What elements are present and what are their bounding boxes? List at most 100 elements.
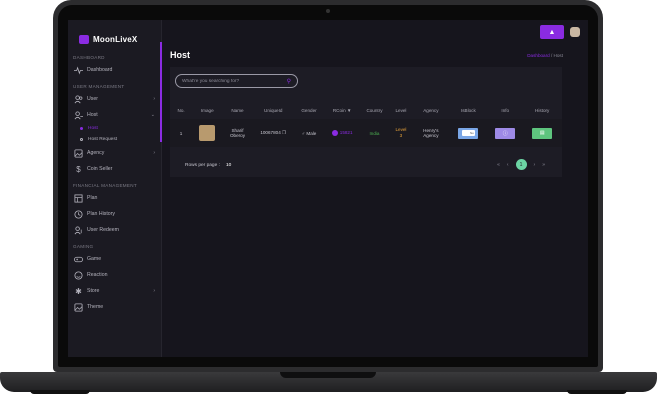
sort-down-icon: ▼: [346, 107, 352, 113]
table-row: 1 Sharif Oberoy 10067804 ❐ ♂ Male 15821 I…: [170, 119, 562, 147]
cell-country: India: [360, 119, 389, 147]
search-icon[interactable]: ⚲: [287, 78, 291, 85]
cell-image: [192, 119, 223, 147]
cell-agency: Henry's Agency: [413, 119, 449, 147]
block-toggle[interactable]: No: [458, 127, 479, 139]
laptop-foot: [567, 390, 627, 394]
app-name: MoonLiveX: [93, 34, 138, 44]
topbar: ▲: [162, 20, 588, 44]
cell-isblock: No: [448, 119, 489, 147]
user-icon: [74, 110, 83, 120]
history-icon: ▤: [539, 130, 545, 136]
sidebar-item-label: Agency: [87, 150, 105, 156]
page-header: Host Dashboard / Host: [162, 44, 588, 60]
sidebar-item-game[interactable]: Game: [68, 251, 161, 267]
sidebar-item-dashboard[interactable]: Dashboard: [68, 62, 161, 78]
sidebar-item-agency[interactable]: Agency ›: [68, 145, 161, 161]
sidebar-item-host[interactable]: Host ⌄: [68, 107, 161, 123]
chevron-right-icon: ›: [153, 288, 155, 294]
sidebar-subitem-host[interactable]: Host: [68, 123, 161, 134]
sidebar-item-reaction[interactable]: Reaction: [68, 267, 161, 283]
sidebar-item-label: Theme: [87, 304, 104, 310]
cell-no: 1: [170, 119, 193, 147]
prev-page-button[interactable]: ‹: [507, 162, 509, 168]
info-icon: ⓘ: [502, 130, 508, 137]
column-header-uniqueid: UniqueId: [264, 107, 283, 113]
cell-rcoin: 15821: [324, 119, 361, 147]
history-button[interactable]: ▤: [532, 127, 553, 139]
layout-icon: [74, 193, 83, 203]
gamepad-icon: [74, 255, 83, 264]
breadcrumb: Dashboard / Host: [527, 53, 563, 58]
first-page-button[interactable]: «: [497, 162, 500, 168]
breadcrumb-home-link[interactable]: Dashboard: [527, 53, 549, 58]
sidebar-item-theme[interactable]: Theme: [68, 299, 161, 315]
cell-gender: ♂ Male: [293, 119, 325, 147]
next-page-button[interactable]: ›: [534, 162, 536, 168]
column-header-country: Country: [366, 107, 383, 113]
sidebar: MoonLiveX DASHBOARD Dashboard USER MANAG…: [68, 20, 162, 357]
cell-level: Level 3: [388, 119, 414, 147]
sidebar-subitem-label: Host Request: [88, 137, 118, 142]
column-header-no: No.: [177, 107, 185, 113]
cell-name: Sharif Oberoy: [222, 119, 253, 147]
camera-icon: [326, 9, 330, 13]
page-title: Host: [170, 50, 190, 60]
notification-button[interactable]: ▲: [540, 25, 564, 39]
app-logo[interactable]: MoonLiveX: [68, 20, 161, 49]
section-user-management: USER MANAGEMENT: [73, 84, 125, 89]
clock-icon: [74, 209, 83, 219]
rows-per-page-label: Rows per page :: [185, 162, 220, 168]
sidebar-item-user[interactable]: User ›: [68, 91, 161, 107]
last-page-button[interactable]: »: [542, 162, 545, 168]
sidebar-item-label: Plan History: [87, 211, 115, 217]
main-content: ▲ Host Dashboard / Host ⚲ No. Image: [162, 20, 588, 357]
column-header-history: History: [535, 107, 550, 113]
image-icon: [74, 148, 83, 158]
section-gaming: GAMING: [73, 244, 94, 249]
cell-uniqueid: 10067804 ❐: [252, 119, 294, 147]
cell-info: ⓘ: [488, 119, 523, 147]
search-input[interactable]: [182, 78, 282, 84]
pagination-bar: Rows per page : 10 « ‹ 1 › »: [170, 155, 562, 175]
search-box[interactable]: ⚲: [175, 74, 298, 88]
sidebar-subitem-label: Host: [88, 126, 98, 131]
coin-icon: [331, 129, 338, 136]
chevron-right-icon: ›: [153, 96, 155, 102]
info-button[interactable]: ⓘ: [495, 127, 516, 139]
cell-history: ▤: [522, 119, 562, 147]
sidebar-item-label: Plan: [87, 195, 98, 201]
host-table: No. Image Name UniqueId Gender RCoin ▼ C…: [170, 101, 562, 147]
sidebar-item-label: Coin Seller: [87, 166, 113, 172]
host-avatar[interactable]: [199, 124, 216, 141]
sidebar-item-plan[interactable]: Plan: [68, 190, 161, 206]
sidebar-item-label: User: [87, 96, 98, 102]
column-header-level: Level: [395, 107, 407, 113]
column-header-image: Image: [200, 107, 214, 113]
bullet-icon: [80, 127, 83, 130]
chevron-right-icon: ›: [153, 150, 155, 156]
rows-per-page-select[interactable]: 10: [226, 163, 231, 168]
column-header-info: Info: [501, 107, 510, 113]
sidebar-item-coin-seller[interactable]: $ Coin Seller: [68, 161, 161, 177]
dollar-icon: $: [76, 164, 81, 174]
loader-icon: ✱: [75, 286, 82, 296]
column-header-isblock: IsBlock: [460, 107, 476, 113]
users-icon: [74, 94, 83, 104]
avatar[interactable]: [570, 27, 580, 37]
column-header-rcoin[interactable]: RCoin ▼: [324, 101, 360, 119]
screen: MoonLiveX DASHBOARD Dashboard USER MANAG…: [68, 20, 588, 357]
sidebar-item-store[interactable]: ✱ Store ›: [68, 283, 161, 299]
sidebar-subitem-host-request[interactable]: Host Request: [68, 134, 161, 145]
bullet-icon: [80, 138, 83, 141]
breadcrumb-current: Host: [553, 52, 563, 58]
sidebar-item-label: Host: [87, 112, 98, 118]
image-icon: [74, 302, 83, 312]
laptop-notch: [280, 372, 376, 378]
smile-icon: [74, 270, 83, 280]
sidebar-item-user-redeem[interactable]: User Redeem: [68, 222, 161, 238]
sidebar-item-plan-history[interactable]: Plan History: [68, 206, 161, 222]
copy-icon[interactable]: ❐: [282, 130, 286, 135]
current-page-button[interactable]: 1: [515, 159, 527, 170]
column-header-name: Name: [231, 107, 244, 113]
